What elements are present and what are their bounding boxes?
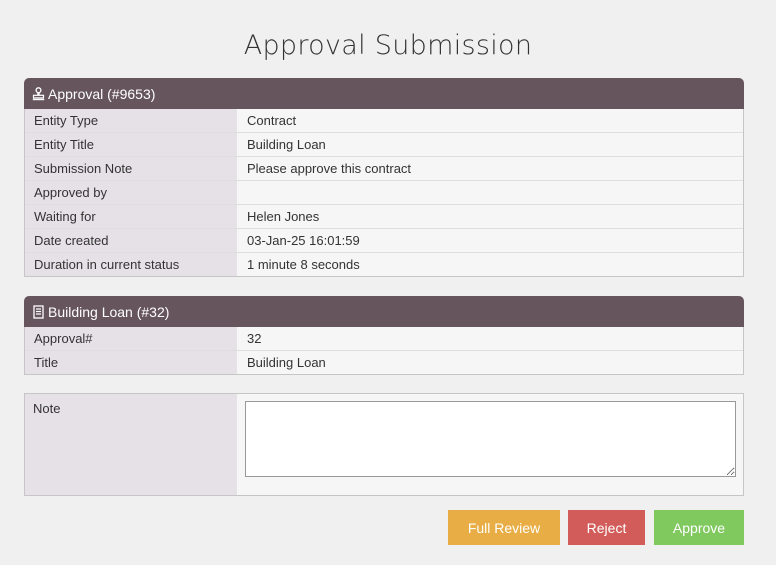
table-row: Waiting for Helen Jones xyxy=(25,204,743,228)
table-row: Submission Note Please approve this cont… xyxy=(25,156,743,180)
row-label: Entity Type xyxy=(25,109,237,132)
note-field-wrapper xyxy=(237,394,743,495)
table-row: Title Building Loan xyxy=(25,350,743,374)
table-row: Approval# 32 xyxy=(25,327,743,350)
table-row: Duration in current status 1 minute 8 se… xyxy=(25,252,743,276)
note-section: Note xyxy=(24,393,744,496)
table-row: Approved by xyxy=(25,180,743,204)
row-label: Duration in current status xyxy=(25,253,237,276)
reject-button[interactable]: Reject xyxy=(568,510,645,545)
row-label: Date created xyxy=(25,229,237,252)
document-icon xyxy=(32,304,45,319)
row-value: Building Loan xyxy=(237,133,743,156)
note-label: Note xyxy=(25,394,237,495)
row-label: Submission Note xyxy=(25,157,237,180)
row-label: Approved by xyxy=(25,181,237,204)
full-review-button[interactable]: Full Review xyxy=(448,510,560,545)
row-value xyxy=(237,181,743,204)
row-label: Entity Title xyxy=(25,133,237,156)
stamp-icon xyxy=(32,86,45,101)
entity-panel: Building Loan (#32) Approval# 32 Title B… xyxy=(24,296,744,375)
approval-panel: Approval (#9653) Entity Type Contract En… xyxy=(24,78,744,277)
row-value: Building Loan xyxy=(237,351,743,374)
row-value: Helen Jones xyxy=(237,205,743,228)
approval-panel-header: Approval (#9653) xyxy=(24,78,744,109)
row-value: 32 xyxy=(237,327,743,350)
note-textarea[interactable] xyxy=(245,401,736,477)
page-title: Approval Submission xyxy=(243,30,533,61)
approval-details-table: Entity Type Contract Entity Title Buildi… xyxy=(24,109,744,277)
entity-details-table: Approval# 32 Title Building Loan xyxy=(24,327,744,375)
approval-panel-title: Approval (#9653) xyxy=(48,85,156,102)
row-label: Approval# xyxy=(25,327,237,350)
table-row: Entity Type Contract xyxy=(25,109,743,132)
entity-panel-header: Building Loan (#32) xyxy=(24,296,744,327)
row-value: 03-Jan-25 16:01:59 xyxy=(237,229,743,252)
row-value: Please approve this contract xyxy=(237,157,743,180)
table-row: Entity Title Building Loan xyxy=(25,132,743,156)
entity-panel-title: Building Loan (#32) xyxy=(48,303,170,320)
row-label: Title xyxy=(25,351,237,374)
row-label: Waiting for xyxy=(25,205,237,228)
approve-button[interactable]: Approve xyxy=(654,510,744,545)
table-row: Date created 03-Jan-25 16:01:59 xyxy=(25,228,743,252)
row-value: Contract xyxy=(237,109,743,132)
row-value: 1 minute 8 seconds xyxy=(237,253,743,276)
